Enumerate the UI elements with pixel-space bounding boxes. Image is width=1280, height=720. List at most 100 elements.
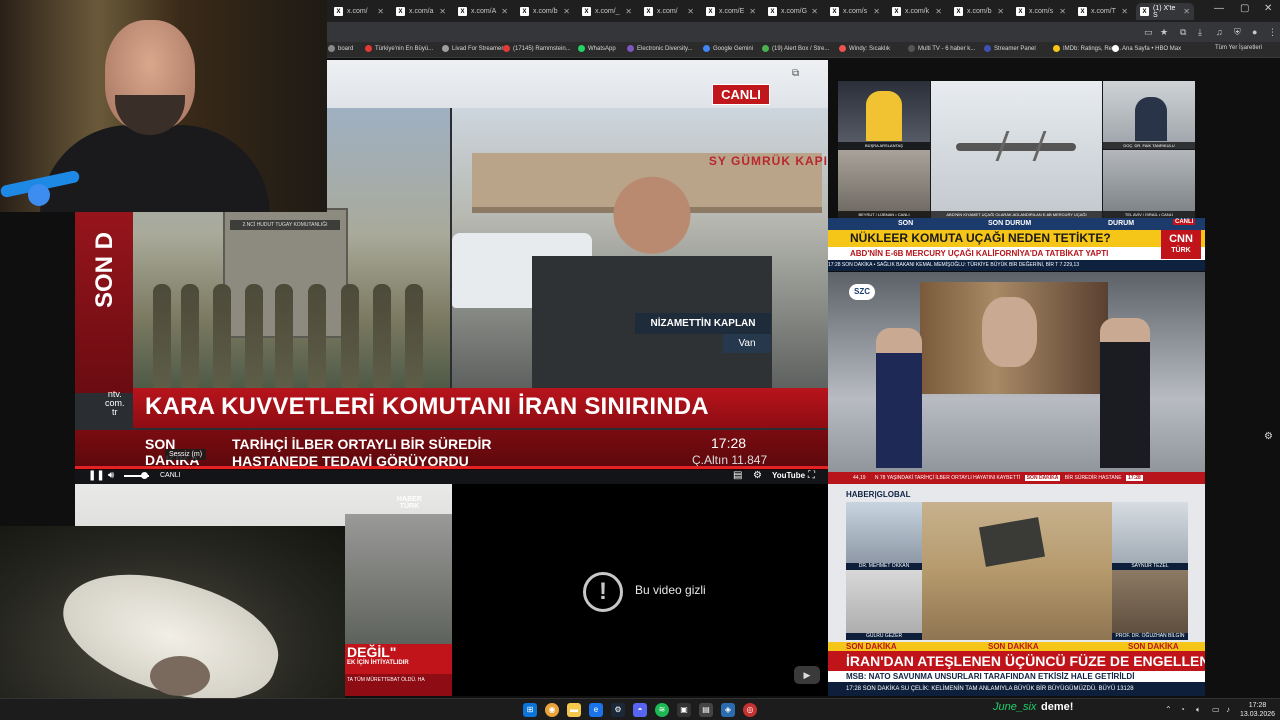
tray-chevron-icon[interactable]: ⌃	[1165, 705, 1172, 714]
app-icon[interactable]: ◈	[721, 703, 735, 717]
private-video-message: Bu video gizli	[635, 583, 706, 597]
obs-icon[interactable]: ◎	[743, 703, 757, 717]
close-tab-icon[interactable]: ✕	[687, 7, 694, 16]
youtube-logo[interactable]: YouTube	[772, 471, 805, 480]
close-tab-icon[interactable]: ✕	[439, 7, 446, 16]
start-icon[interactable]: ⊞	[523, 703, 537, 717]
bookmark-star-icon[interactable]: ★	[1160, 27, 1168, 38]
browser-tab[interactable]: Xx.com/T ✕	[1074, 3, 1132, 20]
settings-gear-icon[interactable]: ⚙	[753, 470, 762, 481]
fullscreen-icon[interactable]: ⛶	[808, 470, 815, 481]
szc-studio-video[interactable]: SZC 44,19 N 78 YAŞINDAKİ TARİHÇİ İLBER O…	[828, 272, 1205, 484]
close-tab-icon[interactable]: ✕	[1183, 7, 1190, 16]
close-tab-icon[interactable]: ✕	[563, 7, 570, 16]
logo-line: HABER	[397, 496, 422, 503]
subtitles-icon[interactable]: ▤	[733, 470, 742, 481]
extensions-icon[interactable]: ⧉	[1180, 27, 1186, 38]
live-indicator[interactable]: CANLI	[160, 472, 181, 479]
soldier-figure	[181, 284, 199, 388]
bookmark-item[interactable]: board	[328, 45, 353, 52]
app-icon[interactable]: ▤	[699, 703, 713, 717]
volume-icon[interactable]: 🔊︎	[108, 470, 114, 481]
bookmark-item[interactable]: Türkiye'nin En Büyü...	[365, 45, 433, 52]
close-tab-icon[interactable]: ✕	[997, 7, 1004, 16]
bookmark-item[interactable]: Multi TV - 6 haber k...	[908, 45, 975, 52]
bookmark-item[interactable]: Livad For Streamers	[442, 45, 506, 52]
spotify-icon[interactable]: ≋	[655, 703, 669, 717]
guest-name: SAYNUR TEZEL	[1112, 563, 1188, 570]
haber-global-ticker: 17:28 SON DAKİKA SU ÇELİK: KELİMENİN TAM…	[828, 682, 1205, 696]
bookmark-item[interactable]: (17145) Rammstein...	[503, 45, 571, 52]
bookmark-item[interactable]: (19) Alert Box / Stre...	[762, 45, 829, 52]
cnn-turk-panel[interactable]: BÜŞRA ARSLANTAŞ ABD'NİN KIYAMET UÇAĞI OL…	[838, 81, 1195, 218]
close-tab-icon[interactable]: ✕	[873, 7, 880, 16]
browser-tab[interactable]: Xx.com/s ✕	[1012, 3, 1070, 20]
steam-icon[interactable]: ⚙	[611, 703, 625, 717]
close-tab-icon[interactable]: ✕	[501, 7, 508, 16]
browser-tab[interactable]: Xx.com/b ✕	[950, 3, 1008, 20]
bookmark-label: Livad For Streamers	[452, 45, 507, 52]
discord-icon[interactable]: ◓	[633, 703, 647, 717]
browser-tab[interactable]: Xx.com/b ✕	[516, 3, 574, 20]
browser-tab[interactable]: Xx.com/A ✕	[454, 3, 512, 20]
close-tab-icon[interactable]: ✕	[935, 7, 942, 16]
private-video-panel[interactable]: ! Bu video gizli ▶	[452, 484, 828, 696]
explorer-icon[interactable]: ▬	[567, 703, 581, 717]
youtube-play-icon[interactable]: ▶	[794, 666, 820, 684]
wifi-icon[interactable]: ◔	[1180, 705, 1185, 714]
shield-icon[interactable]: ⛨	[1234, 27, 1241, 38]
close-tab-icon[interactable]: ✕	[377, 7, 384, 16]
browser-tab[interactable]: Xx.com/ ✕	[640, 3, 698, 20]
browser-tab[interactable]: Xx.com/G ✕	[764, 3, 822, 20]
browser-tab[interactable]: X (1) X'te S ✕	[1136, 3, 1194, 20]
close-window-button[interactable]: ✕	[1264, 3, 1272, 14]
close-tab-icon[interactable]: ✕	[1059, 7, 1066, 16]
browser-tab[interactable]: Xx.com/_ ✕	[578, 3, 636, 20]
volume-tray-icon[interactable]: ♪	[1226, 705, 1230, 714]
bookmark-item[interactable]: WhatsApp	[578, 45, 616, 52]
network-icon[interactable]: ▭	[1212, 705, 1220, 714]
pause-icon[interactable]: ❚❚	[88, 470, 105, 481]
reporter-footage: SY GÜMRÜK KAPI	[452, 108, 828, 388]
chrome-icon[interactable]: ◉	[545, 703, 559, 717]
telaviv-cell: TEL AVİV / İSRAİL • CANLI	[1103, 150, 1195, 218]
browser-tab[interactable]: Xx.com/s ✕	[826, 3, 884, 20]
bookmark-item[interactable]: Ana Sayfa • HBO Max	[1112, 45, 1181, 52]
browser-tab[interactable]: Xx.com/E ✕	[702, 3, 760, 20]
download-icon[interactable]: ⤓	[1198, 27, 1202, 38]
volume-handle[interactable]	[141, 472, 148, 479]
minimize-button[interactable]: —	[1214, 3, 1224, 14]
close-tab-icon[interactable]: ✕	[625, 7, 632, 16]
sound-icon[interactable]: 🔈︎	[1196, 705, 1201, 715]
close-tab-icon[interactable]: ✕	[811, 7, 818, 16]
bookmark-item[interactable]: Electronic Diversity...	[627, 45, 693, 52]
haber-global-video[interactable]: HABER|GLOBAL DR. MEHMET OKKAN SAYNUR TEZ…	[828, 484, 1205, 696]
bookmark-favicon-icon	[503, 45, 510, 52]
chat-message: deme!	[1041, 701, 1074, 713]
close-tab-icon[interactable]: ✕	[749, 7, 756, 16]
page-settings-gear-icon[interactable]: ⚙	[1264, 431, 1273, 442]
media-icon[interactable]: ♫	[1216, 27, 1223, 37]
maximize-button[interactable]: ▢	[1240, 3, 1249, 14]
caption: DOÇ. DR. FAİK TANRIKULU	[1103, 142, 1195, 149]
copy-link-icon[interactable]: ⧉	[792, 68, 799, 79]
bookmark-item[interactable]: Windy: Sıcaklık	[839, 45, 890, 52]
beirut-cell: BEYRUT / LÜBNAN • CANLI	[838, 150, 930, 218]
profile-avatar-icon[interactable]: ●	[1252, 27, 1257, 37]
close-tab-icon[interactable]: ✕	[1121, 7, 1128, 16]
soldier-figure	[308, 284, 326, 388]
ticker-clock: 17:28	[711, 435, 747, 451]
bookmark-item[interactable]: Google Gemini	[703, 45, 753, 52]
menu-kebab-icon[interactable]: ⋮	[1268, 27, 1277, 38]
other-bookmarks[interactable]: Tüm Yer İşaretleri	[1215, 45, 1262, 51]
app-icon[interactable]: ▣	[677, 703, 691, 717]
bookmark-item[interactable]: Streamer Panel	[984, 45, 1036, 52]
aircraft-wings	[995, 131, 1047, 161]
system-clock[interactable]: 17:28 13.03.2026	[1240, 701, 1275, 719]
browser-tab[interactable]: Xx.com/k ✕	[888, 3, 946, 20]
browser-tab[interactable]: Xx.com/a ✕	[392, 3, 450, 20]
edge-icon[interactable]: e	[589, 703, 603, 717]
browser-tab[interactable]: Xx.com/ ✕	[330, 3, 388, 20]
cast-icon[interactable]: ▭	[1144, 27, 1153, 38]
x-logo-icon: X	[892, 7, 901, 16]
